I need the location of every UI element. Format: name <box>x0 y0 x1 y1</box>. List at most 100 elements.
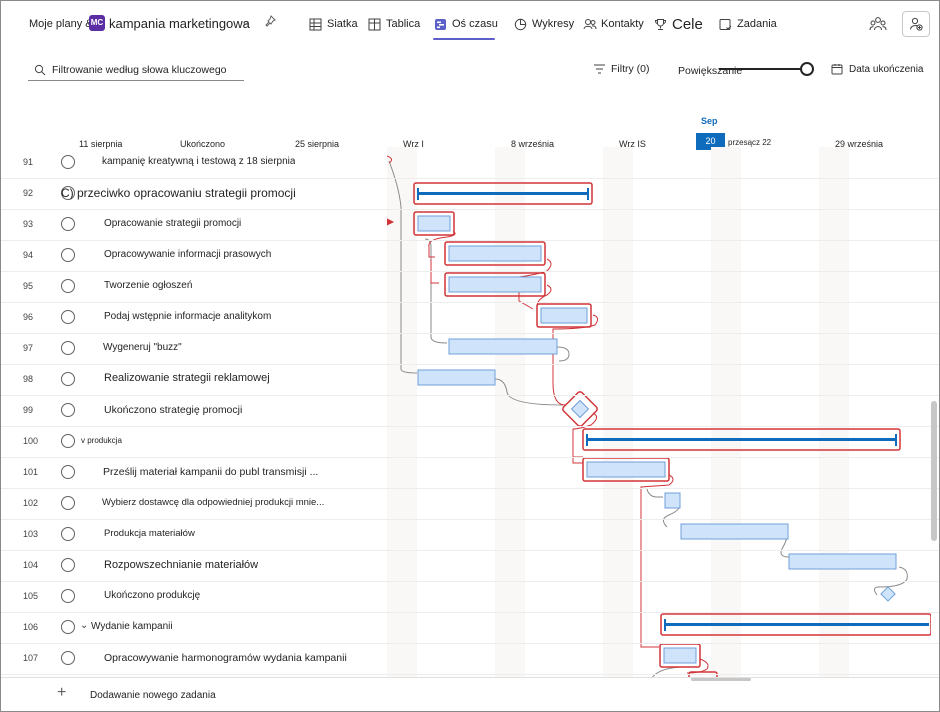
row-divider <box>1 209 939 210</box>
task-name[interactable]: kampanię kreatywną i testową z 18 sierpn… <box>102 156 295 167</box>
task-name[interactable]: Ukończono strategię promocji <box>104 404 242 416</box>
complete-checkbox[interactable] <box>61 527 75 541</box>
breadcrumb-my-plans[interactable]: Moje plany & <box>29 18 93 30</box>
summary-bar[interactable] <box>418 192 588 195</box>
task-row[interactable]: 92 C) przeciwko opracowaniu strategii pr… <box>1 178 387 209</box>
complete-checkbox[interactable] <box>61 403 75 417</box>
add-member-button[interactable] <box>902 11 930 37</box>
pin-icon[interactable] <box>264 15 276 27</box>
task-row[interactable]: 96 Podaj wstępnie informacje analitykom <box>1 302 387 333</box>
keyword-filter-input[interactable]: Filtrowanie według słowa kluczowego <box>28 59 244 81</box>
task-row[interactable]: 105 Ukończono produkcję <box>1 581 387 612</box>
vertical-scrollbar[interactable] <box>931 401 937 541</box>
task-bar[interactable] <box>788 553 897 570</box>
row-divider <box>1 612 939 613</box>
task-bar[interactable] <box>664 492 681 509</box>
task-name[interactable]: Wybierz dostawcę dla odpowiedniej produk… <box>102 497 324 508</box>
task-row[interactable]: 94 Opracowywanie informacji prasowych <box>1 240 387 271</box>
task-name[interactable]: v produkcja <box>81 436 122 445</box>
task-row[interactable]: 91 kampanię kreatywną i testową z 18 sie… <box>1 147 387 178</box>
due-date-button[interactable]: Data ukończenia <box>831 63 924 75</box>
task-bar[interactable] <box>663 647 697 664</box>
task-row[interactable]: 106 ⌄ Wydanie kampanii <box>1 612 387 643</box>
tab-timeline[interactable]: Oś czasu <box>434 11 498 37</box>
share-button[interactable] <box>867 13 889 35</box>
task-name[interactable]: Rozpowszechnianie materiałów <box>104 559 258 571</box>
search-placeholder: Filtrowanie według słowa kluczowego <box>52 63 227 76</box>
task-bar[interactable] <box>448 276 542 293</box>
task-name[interactable]: Wydanie kampanii <box>91 621 173 632</box>
tab-contacts[interactable]: Kontakty <box>583 11 644 37</box>
task-row[interactable]: 102 Wybierz dostawcę dla odpowiedniej pr… <box>1 488 387 519</box>
task-row[interactable]: 104 Rozpowszechnianie materiałów <box>1 550 387 581</box>
task-name[interactable]: Tworzenie ogłoszeń <box>104 280 192 291</box>
task-bar[interactable] <box>586 461 666 478</box>
complete-checkbox[interactable] <box>61 155 75 169</box>
milestone[interactable] <box>880 586 896 602</box>
row-divider <box>1 674 939 675</box>
add-task-button[interactable]: Dodawanie nowego zadania <box>90 690 216 701</box>
zoom-slider-handle[interactable] <box>800 62 814 76</box>
milestone[interactable] <box>570 399 590 419</box>
tab-goals[interactable]: Cele <box>654 11 703 37</box>
complete-checkbox[interactable] <box>61 589 75 603</box>
plan-avatar: MC <box>89 15 105 31</box>
task-row[interactable]: 93 Opracowanie strategii promocji <box>1 209 387 240</box>
task-row[interactable]: 103 Produkcja materiałów <box>1 519 387 550</box>
complete-checkbox[interactable] <box>61 217 75 231</box>
row-divider <box>1 364 939 365</box>
complete-checkbox[interactable] <box>61 620 75 634</box>
plus-icon[interactable]: + <box>57 684 66 702</box>
task-number: 95 <box>23 281 34 291</box>
task-bar[interactable] <box>448 338 558 355</box>
chevron-down-icon[interactable]: ⌄ <box>80 620 88 631</box>
tab-board[interactable]: Tablica <box>368 11 420 37</box>
complete-checkbox[interactable] <box>61 651 75 665</box>
task-bar[interactable] <box>448 245 542 262</box>
task-name[interactable]: C) przeciwko opracowaniu strategii promo… <box>61 186 296 200</box>
task-name[interactable]: Podaj wstępnie informacje analitykom <box>104 311 271 322</box>
dependency-link <box>646 488 663 498</box>
summary-bar[interactable] <box>665 623 929 626</box>
tab-charts[interactable]: Wykresy <box>514 11 574 37</box>
top-bar: Moje plany & MC kampania marketingowa ⌄ … <box>1 1 939 47</box>
complete-checkbox[interactable] <box>61 279 75 293</box>
tab-grid[interactable]: Siatka <box>309 11 358 37</box>
task-row[interactable]: 98 Realizowanie strategii reklamowej <box>1 364 387 395</box>
task-name[interactable]: Opracowanie strategii promocji <box>104 218 241 229</box>
task-row[interactable]: 97 Wygeneruj "buzz" <box>1 333 387 364</box>
task-name[interactable]: Opracowywanie informacji prasowych <box>104 249 271 260</box>
task-name[interactable]: Ukończono produkcję <box>104 590 200 601</box>
tab-tasks[interactable]: Zadania <box>719 11 777 37</box>
complete-checkbox[interactable] <box>61 465 75 479</box>
complete-checkbox[interactable] <box>61 310 75 324</box>
task-row[interactable]: 101 Prześlij materiał kampanii do publ t… <box>1 457 387 488</box>
task-name[interactable]: Opracowywanie harmonogramów wydania kamp… <box>104 652 347 664</box>
filter-button[interactable]: Filtry (0) <box>593 63 650 75</box>
summary-bar[interactable] <box>587 438 896 441</box>
complete-checkbox[interactable] <box>61 248 75 262</box>
complete-checkbox[interactable] <box>61 341 75 355</box>
complete-checkbox[interactable] <box>61 372 75 386</box>
summary-bar-cap <box>417 188 419 200</box>
task-bar[interactable] <box>417 215 451 232</box>
chevron-down-icon[interactable]: ⌄ <box>241 15 250 28</box>
complete-checkbox[interactable] <box>61 434 75 448</box>
task-row[interactable]: 95 Tworzenie ogłoszeń <box>1 271 387 302</box>
complete-checkbox[interactable] <box>61 496 75 510</box>
task-name[interactable]: Realizowanie strategii reklamowej <box>104 372 270 384</box>
complete-checkbox[interactable] <box>61 558 75 572</box>
task-row[interactable]: 107 Opracowywanie harmonogramów wydania … <box>1 643 387 674</box>
row-divider <box>1 333 939 334</box>
zoom-slider-track[interactable] <box>719 68 807 70</box>
task-name[interactable]: Produkcja materiałów <box>104 528 195 539</box>
task-bar[interactable] <box>417 369 496 386</box>
task-row[interactable]: 100 v produkcja <box>1 426 387 457</box>
task-bar[interactable] <box>540 307 588 324</box>
plan-title[interactable]: kampania marketingowa <box>109 16 250 31</box>
task-name[interactable]: Prześlij materiał kampanii do publ trans… <box>103 466 318 478</box>
task-name[interactable]: Wygeneruj "buzz" <box>103 342 182 353</box>
task-row[interactable]: 99 Ukończono strategię promocji <box>1 395 387 426</box>
horizontal-scrollbar[interactable] <box>691 678 751 681</box>
task-bar[interactable] <box>680 523 789 540</box>
